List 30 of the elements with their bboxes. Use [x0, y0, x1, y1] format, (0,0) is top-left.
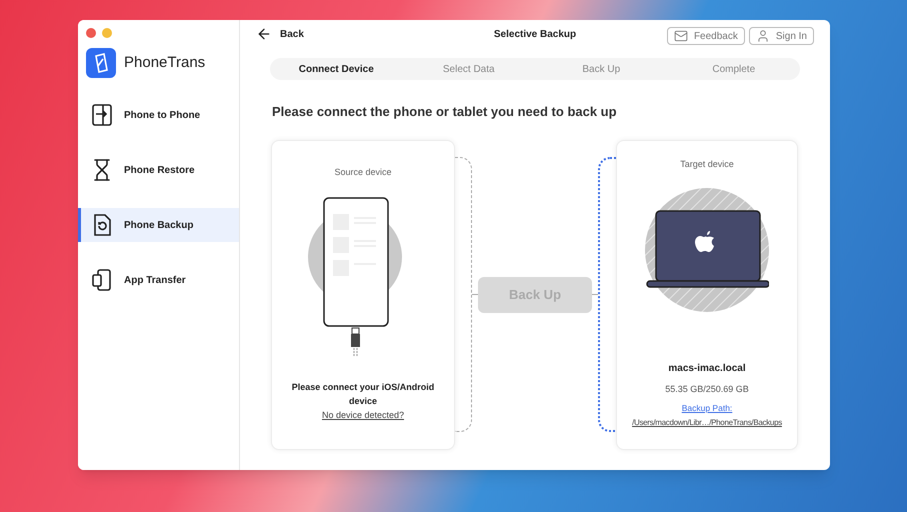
header-button[interactable]: Sign In	[748, 27, 814, 45]
app-name: PhoneTrans	[124, 52, 206, 73]
header-button[interactable]: Feedback	[666, 27, 745, 45]
devices-icon	[90, 268, 114, 292]
minimize-window-icon[interactable]	[102, 28, 112, 38]
backup-path: /Users/macdown/Libr…/PhoneTrans/Backups	[632, 417, 782, 430]
step-label: Back Up	[581, 62, 622, 76]
close-window-icon[interactable]	[86, 28, 96, 38]
sidebar-item[interactable]: App Transfer	[78, 263, 239, 297]
page-heading: Please connect the phone or tablet you need to back up	[272, 103, 618, 121]
sidebar-item[interactable]: Phone to Phone	[78, 98, 239, 132]
connect-message: Please connect your iOS/Android device	[290, 381, 436, 408]
app-logo-icon	[86, 48, 116, 78]
mail-icon	[674, 29, 688, 43]
connector-line	[592, 294, 598, 295]
storage-text: 55.35 GB/250.69 GB	[665, 383, 749, 396]
sidebar-item[interactable]: Phone Backup	[78, 208, 239, 242]
no-device-link[interactable]: No device detected?	[322, 409, 404, 422]
card-title: Target device	[680, 158, 734, 171]
card-title: Source device	[334, 166, 392, 178]
step-label: Connect Device	[298, 62, 375, 76]
window-title: Selective Backup	[494, 28, 576, 42]
back-button[interactable]: Back	[256, 26, 304, 42]
back-arrow-icon	[256, 26, 272, 42]
user-icon	[756, 29, 770, 43]
device-name: macs-imac.local	[668, 362, 746, 376]
step-label: Select Data	[442, 62, 496, 76]
sidebar-item[interactable]: Phone Restore	[78, 153, 239, 187]
backup-path-link[interactable]: Backup Path:	[682, 402, 732, 414]
step-label: Complete	[711, 62, 756, 76]
